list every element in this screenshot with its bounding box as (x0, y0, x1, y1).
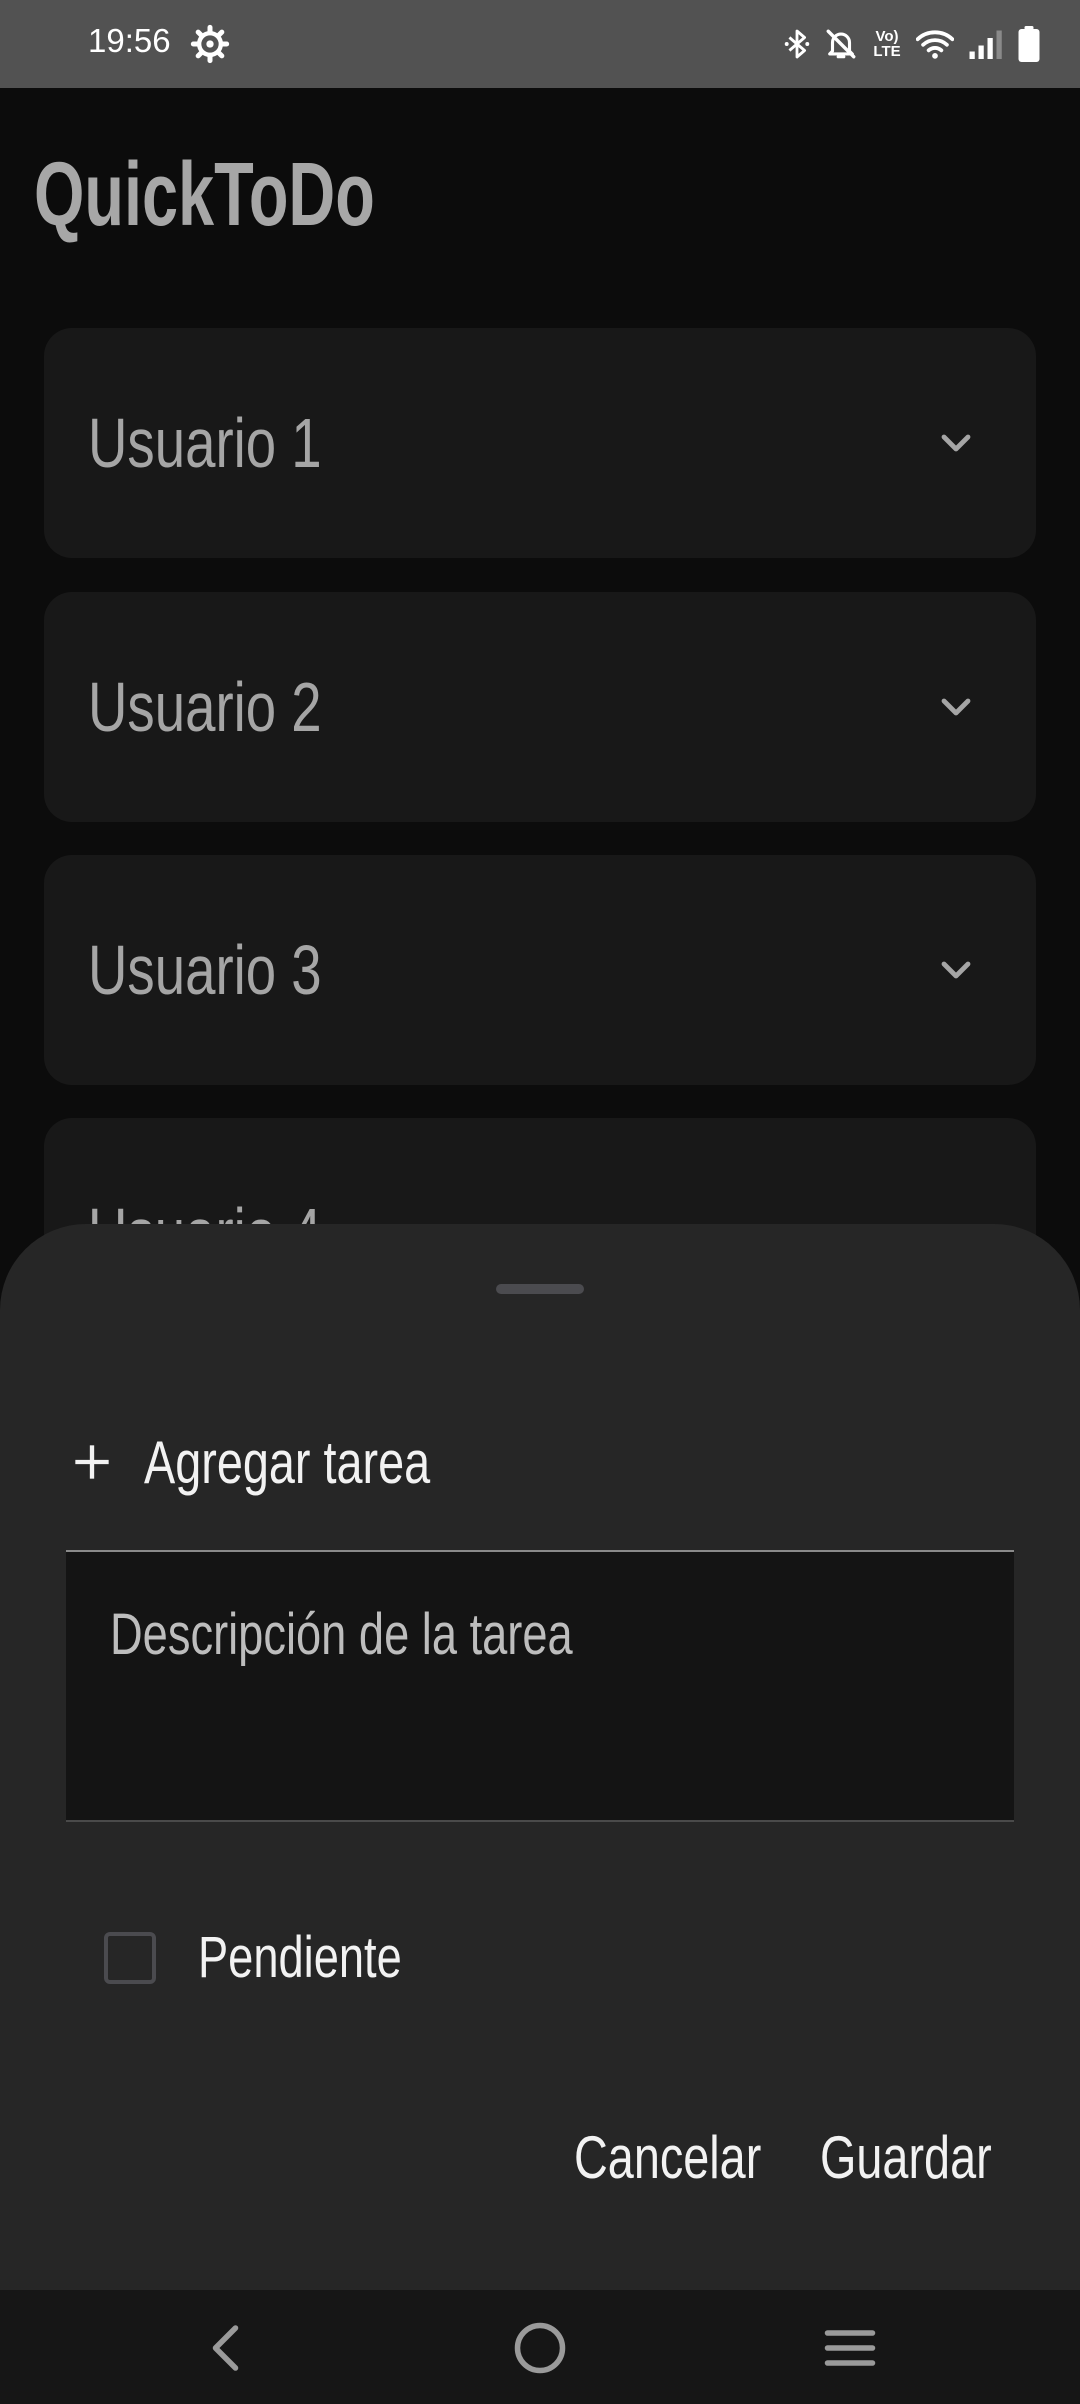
volte-bottom-text: LTE (873, 43, 901, 60)
battery-icon (1018, 26, 1040, 62)
save-button[interactable]: Guardar (820, 2118, 1040, 2198)
status-time: 19:56 (88, 22, 171, 59)
sheet-title-text: Agregar tarea (144, 1429, 431, 1496)
status-icons: Vo) LTE (784, 22, 1040, 66)
status-bar: 19:56 Vo) LTE (0, 0, 1080, 88)
wifi-icon (916, 30, 954, 59)
gear-icon (190, 24, 230, 64)
volte-icon: Vo) LTE (872, 29, 902, 59)
cancel-button-label: Cancelar (574, 2124, 762, 2191)
recents-icon[interactable] (820, 2318, 880, 2378)
save-button-label: Guardar (820, 2124, 992, 2191)
pending-checkbox-label-text: Pendiente (198, 1925, 402, 1990)
plus-icon (75, 1445, 109, 1479)
bluetooth-icon (784, 29, 810, 59)
navigation-bar (0, 2290, 1080, 2404)
task-description-placeholder: Descripción de la tarea (110, 1600, 703, 1670)
volte-top-text: Vo) (875, 28, 899, 45)
back-icon[interactable] (198, 2318, 258, 2378)
home-icon[interactable] (510, 2318, 570, 2378)
pending-checkbox-label[interactable]: Pendiente (198, 1920, 459, 1996)
signal-icon (969, 30, 1002, 59)
cancel-button[interactable]: Cancelar (574, 2118, 814, 2198)
sheet-title: Agregar tarea (144, 1424, 511, 1502)
task-description-input[interactable]: Descripción de la tarea (66, 1550, 1014, 1822)
drag-handle[interactable] (496, 1284, 584, 1294)
pending-checkbox[interactable] (104, 1932, 156, 1984)
add-task-sheet: Agregar tarea Descripción de la tarea Pe… (0, 1224, 1080, 2290)
bell-off-icon (826, 29, 856, 59)
task-description-placeholder-text: Descripción de la tarea (110, 1602, 573, 1667)
